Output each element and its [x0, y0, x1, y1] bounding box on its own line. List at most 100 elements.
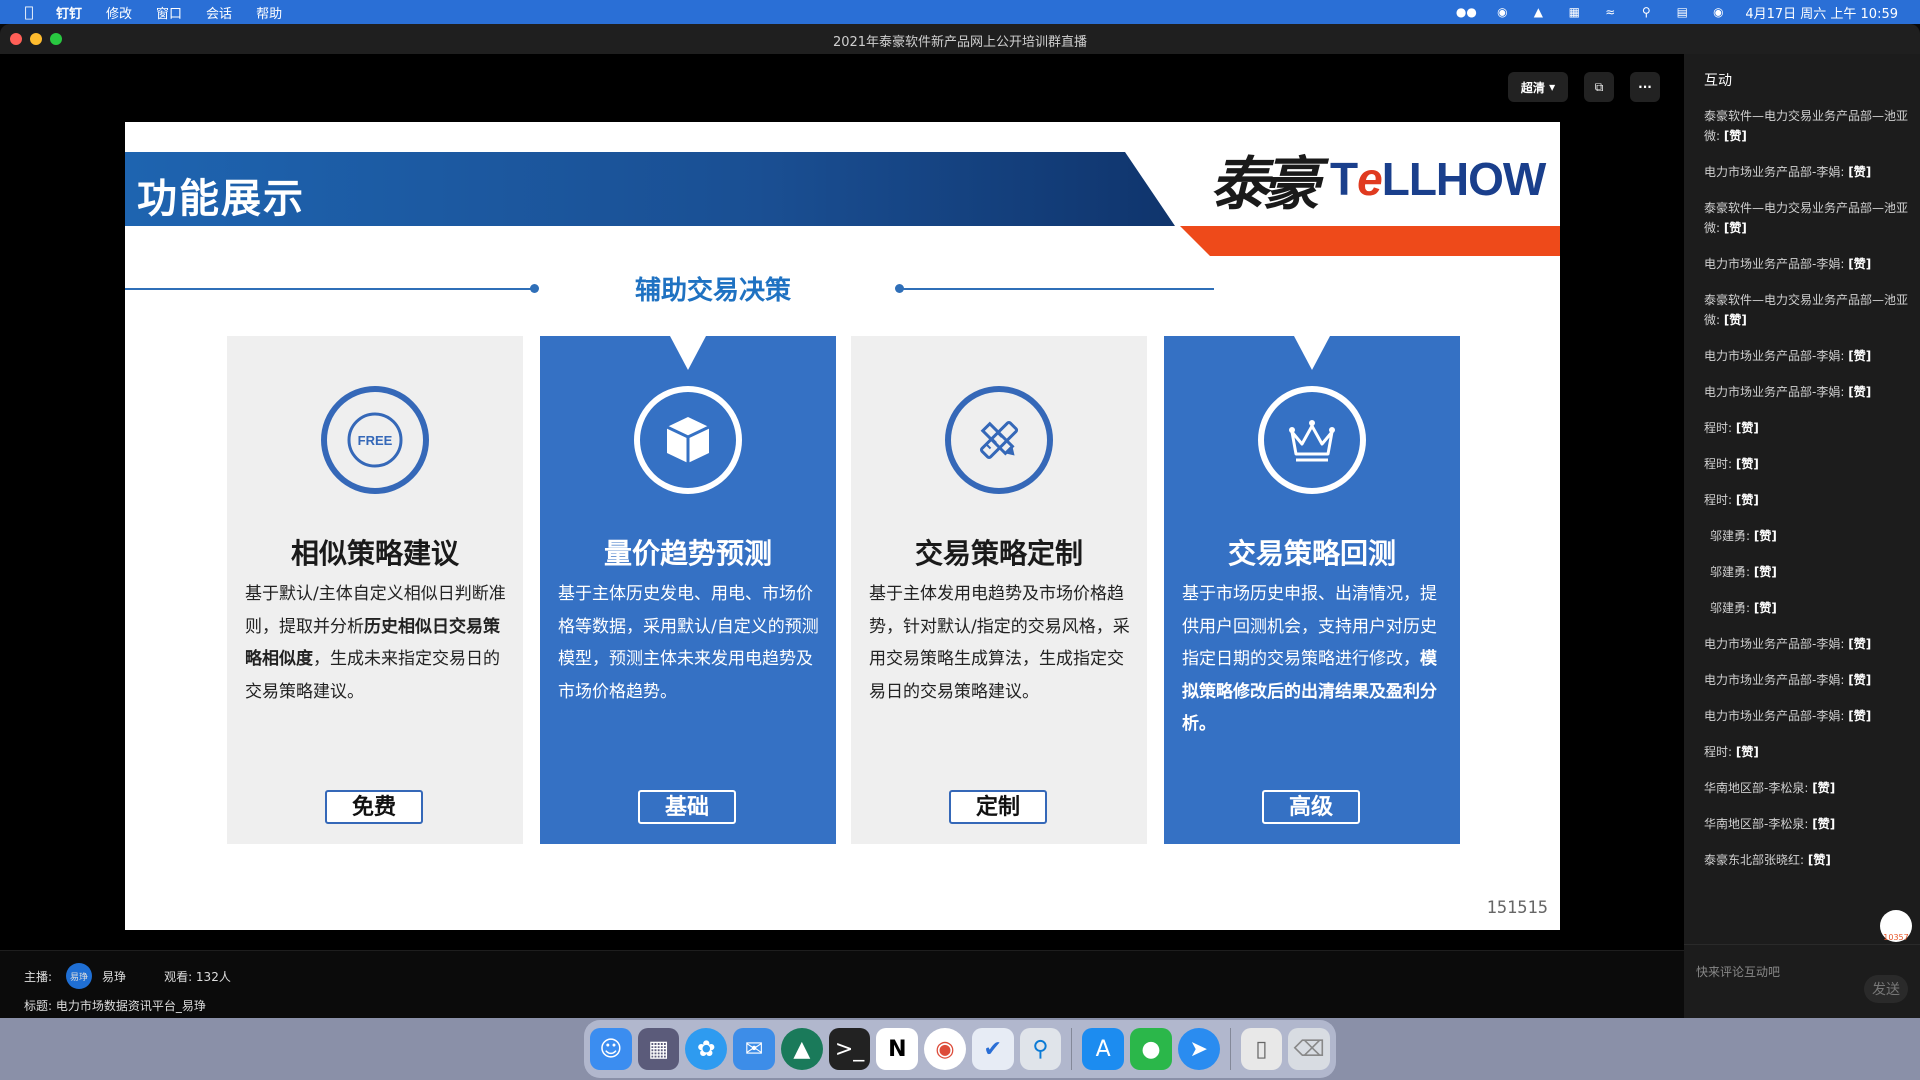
control-center-icon[interactable]: ▤: [1673, 5, 1691, 19]
comment-message: [赞]: [1812, 817, 1836, 831]
popout-button[interactable]: ⧉: [1584, 72, 1614, 102]
comment-message: [赞]: [1848, 165, 1872, 179]
pencil-ruler-icon: [945, 386, 1053, 494]
comment-item: 电力市场业务产品部-李娟: [赞]: [1704, 254, 1910, 274]
slide-page-number: 151515: [1486, 898, 1548, 918]
finder-icon[interactable]: ☺: [590, 1028, 632, 1070]
menu-app-name[interactable]: 钉钉: [56, 3, 82, 22]
app-store-icon[interactable]: A: [1082, 1028, 1125, 1070]
comment-input[interactable]: 快来评论互动吧: [1696, 963, 1780, 980]
menubar-clock[interactable]: 4月17日 周六 上午 10:59: [1745, 3, 1898, 22]
comment-item: 程时: [赞]: [1704, 454, 1910, 474]
terminal-icon[interactable]: >_: [828, 1028, 871, 1070]
comment-author: 电力市场业务产品部-李娟:: [1704, 165, 1845, 179]
window-titlebar: 2021年泰豪软件新产品网上公开培训群直播: [0, 24, 1920, 55]
comment-message: [赞]: [1812, 781, 1836, 795]
comment-item: 程时: [赞]: [1704, 418, 1910, 438]
card-title: 交易策略定制: [914, 537, 1083, 570]
comment-author: 电力市场业务产品部-李娟:: [1704, 385, 1845, 399]
safari-icon[interactable]: ✿: [685, 1028, 728, 1070]
quicktime-icon[interactable]: ⚲: [1019, 1028, 1062, 1070]
comment-item: 电力市场业务产品部-李娟: [赞]: [1704, 346, 1910, 366]
comment-list[interactable]: 泰豪软件—电力交易业务产品部—池亚微: [赞] 电力市场业务产品部-李娟: [赞]…: [1704, 106, 1910, 886]
card-title: 交易策略回测: [1227, 537, 1396, 570]
comment-author: 华南地区部-李松泉:: [1704, 781, 1809, 795]
tier-badge-advanced: 高级: [1262, 790, 1360, 824]
trash-icon[interactable]: ⌫: [1288, 1028, 1331, 1070]
comment-item: 泰豪软件—电力交易业务产品部—池亚微: [赞]: [1704, 106, 1910, 146]
menu-item-help[interactable]: 帮助: [256, 3, 282, 22]
tier-badge-free: 免费: [325, 790, 423, 824]
slide-title: 功能展示: [137, 176, 305, 222]
comment-message: [赞]: [1735, 745, 1759, 759]
comment-author: 程时:: [1704, 745, 1733, 759]
spotlight-search-icon[interactable]: ⚲: [1637, 5, 1655, 19]
chrome-icon[interactable]: ◉: [924, 1028, 966, 1070]
comment-item: 泰豪软件—电力交易业务产品部—池亚微: [赞]: [1704, 290, 1910, 330]
interaction-sidebar: 互动 泰豪软件—电力交易业务产品部—池亚微: [赞] 电力市场业务产品部-李娟: …: [1684, 54, 1920, 1018]
section-subheading: 辅助交易决策: [125, 268, 1560, 308]
send-button[interactable]: 发送: [1864, 975, 1908, 1003]
menu-item-edit[interactable]: 修改: [106, 3, 132, 22]
wechat-icon[interactable]: ●: [1130, 1028, 1172, 1070]
host-label: 主播:: [24, 969, 53, 984]
card-description: 基于市场历史申报、出清情况，提供用户回测机会，支持用户对历史指定日期的交易策略进…: [1182, 578, 1444, 741]
presentation-slide: 功能展示 泰豪 TeLLHOW 辅助交易决策 FREE 相似策略建议 基于默认/…: [125, 122, 1560, 930]
siri-icon[interactable]: ◉: [1709, 5, 1727, 19]
status-tray-icon[interactable]: ◉: [1493, 5, 1511, 19]
comment-author: 电力市场业务产品部-李娟:: [1704, 709, 1845, 723]
logo-chinese: 泰豪: [1210, 150, 1320, 218]
comment-item: 华南地区部-李松泉: [赞]: [1704, 778, 1910, 798]
launchpad-icon[interactable]: ▦: [637, 1028, 680, 1070]
host-avatar[interactable]: 易琤: [66, 963, 93, 989]
comment-message: [赞]: [1848, 673, 1872, 687]
comment-item: 电力市场业务产品部-李娟: [赞]: [1704, 634, 1910, 654]
crown-icon: [1258, 386, 1366, 494]
free-icon-text: FREE: [358, 433, 393, 448]
window-title: 2021年泰豪软件新产品网上公开培训群直播: [832, 35, 1088, 50]
vpn-tray-icon[interactable]: ▲: [1529, 5, 1547, 19]
dock-separator: [1229, 1028, 1231, 1070]
comment-item: 电力市场业务产品部-李娟: [赞]: [1704, 382, 1910, 402]
free-tag-icon: FREE: [321, 386, 429, 494]
stream-title: 标题: 电力市场数据资讯平台_易琤: [24, 999, 206, 1013]
live-video-stage: 超清 ▾ ⧉ ··· 功能展示 泰豪 TeLLHOW 辅助交易决策 FREE 相…: [0, 54, 1684, 1008]
document-icon[interactable]: ▯: [1240, 1028, 1283, 1070]
comment-message: [赞]: [1848, 349, 1872, 363]
card-description-text: 基于市场历史申报、出清情况，提供用户回测机会，支持用户对历史指定日期的交易策略进…: [1182, 584, 1437, 669]
input-method-icon[interactable]: ▦: [1565, 5, 1583, 19]
comment-message: [赞]: [1735, 421, 1759, 435]
mail-icon[interactable]: ✉: [733, 1028, 775, 1070]
dingtalk-icon[interactable]: ➤: [1177, 1028, 1220, 1070]
comment-message: [赞]: [1848, 637, 1872, 651]
comment-item: 华南地区部-李松泉: [赞]: [1704, 814, 1910, 834]
company-logo: 泰豪 TeLLHOW: [1210, 134, 1546, 224]
comment-message: [赞]: [1723, 313, 1747, 327]
comment-author: 程时:: [1704, 493, 1733, 507]
vpn-app-icon[interactable]: ▲: [780, 1028, 823, 1070]
comment-author: 程时:: [1704, 457, 1733, 471]
like-button[interactable]: 10357: [1880, 910, 1912, 942]
wechat-tray-icon[interactable]: ●●: [1456, 5, 1477, 19]
menu-item-window[interactable]: 窗口: [156, 3, 182, 22]
feature-card-backtest: 交易策略回测 基于市场历史申报、出清情况，提供用户回测机会，支持用户对历史指定日…: [1164, 336, 1460, 844]
apple-icon[interactable]: : [20, 3, 38, 21]
subheading-line-right: [900, 288, 1214, 290]
popout-icon: ⧉: [1594, 79, 1604, 94]
menu-item-session[interactable]: 会话: [206, 3, 232, 22]
todo-app-icon[interactable]: ✔: [971, 1028, 1014, 1070]
quality-dropdown[interactable]: 超清 ▾: [1508, 72, 1568, 102]
comment-item: 泰豪东北部张晓红: [赞]: [1704, 850, 1910, 870]
comment-item: 电力市场业务产品部-李娟: [赞]: [1704, 670, 1910, 690]
comment-author: 华南地区部-李松泉:: [1704, 817, 1809, 831]
card-description: 基于默认/主体自定义相似日判断准则，提取并分析历史相似日交易策略相似度，生成未来…: [245, 578, 507, 708]
host-name[interactable]: 易琤: [102, 968, 126, 985]
tier-badge-custom: 定制: [949, 790, 1047, 824]
comment-author: 电力市场业务产品部-李娟:: [1704, 673, 1845, 687]
notion-icon[interactable]: N: [876, 1028, 919, 1070]
more-options-button[interactable]: ···: [1630, 72, 1660, 102]
comment-message: [赞]: [1807, 853, 1831, 867]
accent-banner: [1180, 226, 1560, 256]
comment-item: 邬建勇: [赞]: [1704, 598, 1910, 618]
wifi-icon[interactable]: ≈: [1601, 5, 1619, 19]
